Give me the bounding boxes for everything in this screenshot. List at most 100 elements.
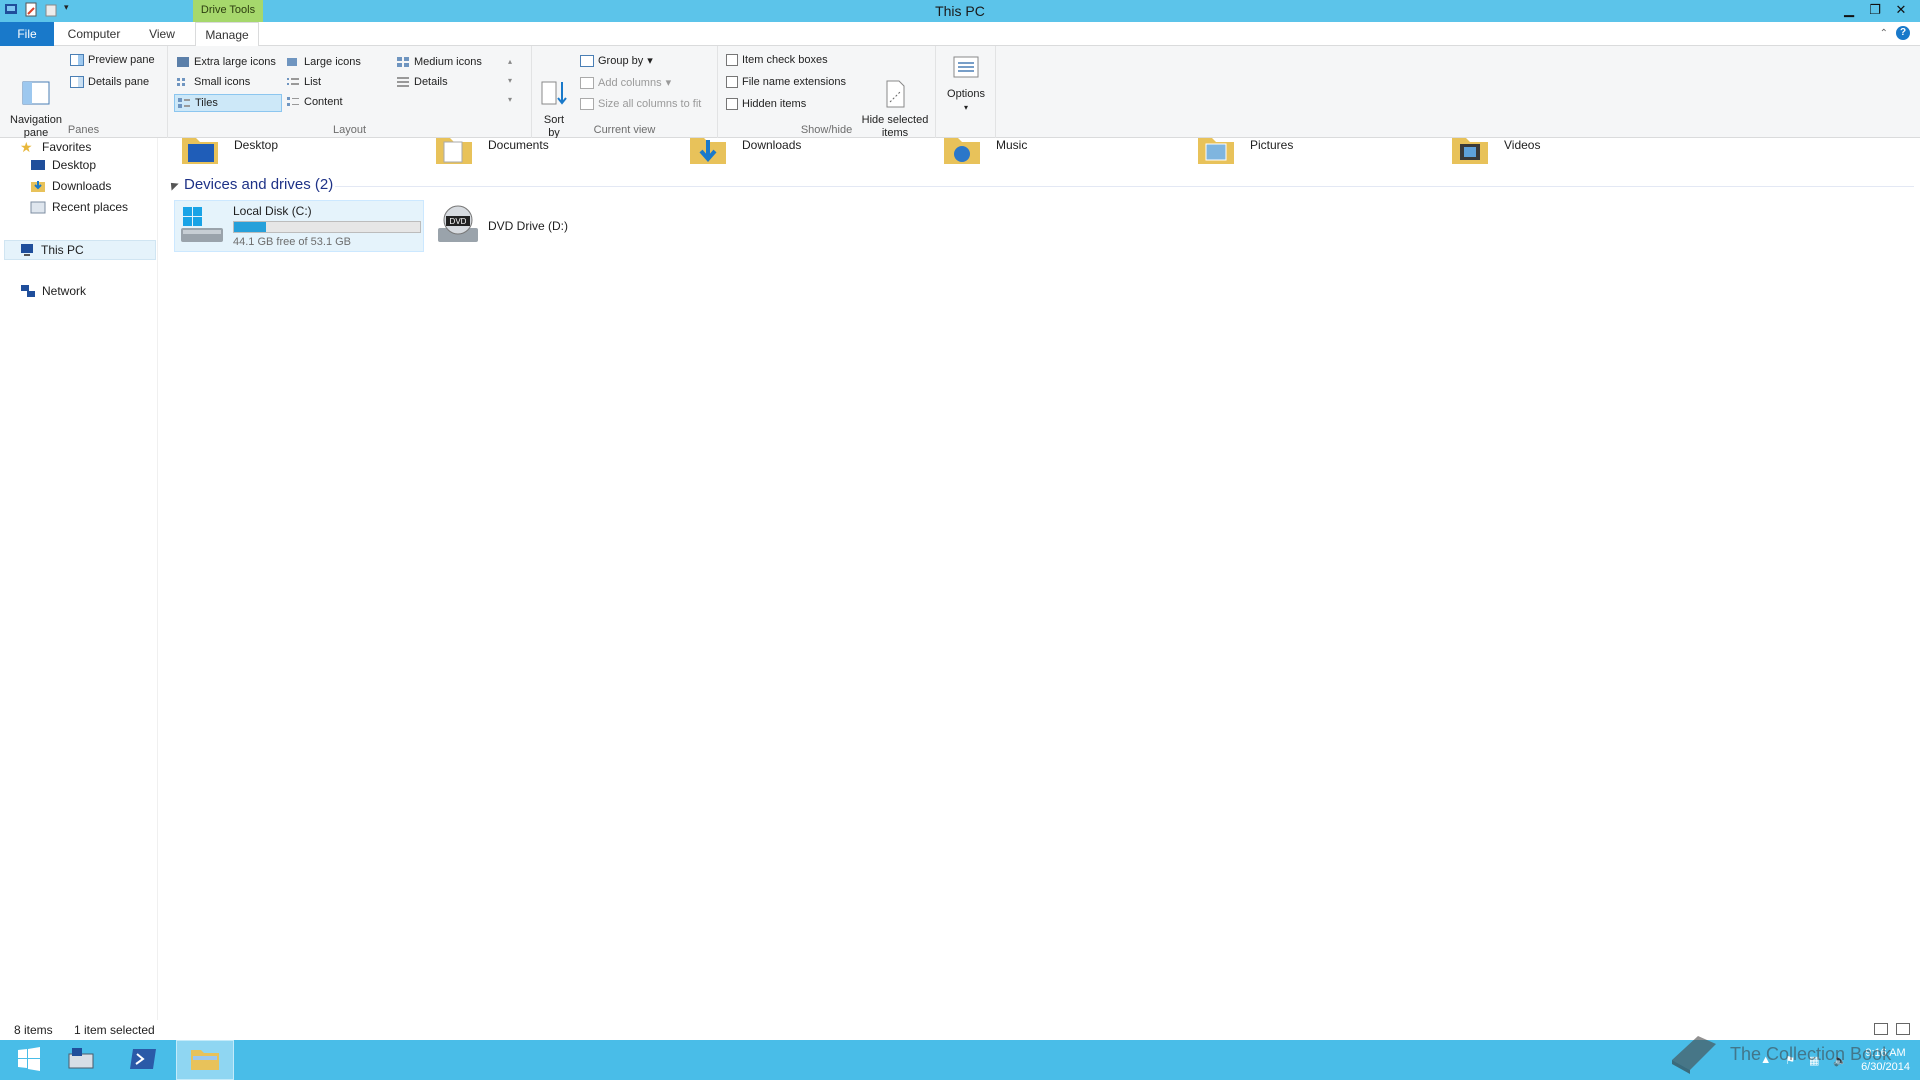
content-area: Desktop Documents Downloads Music Pictur…	[160, 138, 1920, 1020]
file-explorer-button[interactable]	[176, 1040, 234, 1080]
folder-label: Desktop	[234, 138, 279, 152]
server-manager-icon	[66, 1046, 96, 1075]
content-view-icon	[286, 96, 300, 108]
drive-local-disk-c[interactable]: Local Disk (C:) 44.1 GB free of 53.1 GB	[174, 200, 424, 252]
ribbon: Navigation pane Preview pane Details pan…	[0, 46, 1920, 139]
drive-dvd-d[interactable]: DVD DVD Drive (D:)	[430, 200, 572, 252]
options-group: Options ▾	[936, 46, 996, 138]
item-check-boxes-checkbox[interactable]	[726, 54, 738, 66]
drive-usage-fill	[234, 222, 266, 232]
server-manager-button[interactable]	[52, 1040, 110, 1080]
list-option[interactable]: List	[286, 76, 321, 88]
tiles-option[interactable]: Tiles	[174, 94, 282, 112]
nav-this-pc[interactable]: This PC	[4, 240, 156, 260]
dvd-badge: DVD	[450, 217, 467, 226]
folder-downloads[interactable]: Downloads	[688, 138, 801, 166]
add-columns-button[interactable]: Add columns ▾	[580, 76, 671, 89]
group-divider	[335, 186, 1914, 187]
window-controls: ▁ ❐ ✕	[1836, 0, 1914, 20]
this-pc-icon	[19, 243, 35, 257]
nav-favorites[interactable]: ★ Favorites	[20, 140, 91, 154]
options-button[interactable]: Options ▾	[942, 52, 990, 114]
downloads-folder-icon	[30, 179, 46, 193]
sort-by-icon	[538, 65, 570, 105]
tiles-icon	[177, 97, 191, 109]
add-columns-dropdown-icon: ▾	[665, 77, 672, 89]
drive-name: Local Disk (C:)	[233, 204, 312, 218]
folder-label: Documents	[488, 138, 549, 152]
folder-pictures[interactable]: Pictures	[1196, 138, 1293, 166]
current-view-group: Sort by Group by ▾ Add columns ▾ Size all …	[532, 46, 718, 139]
layout-scroll-down-icon[interactable]: ▾	[504, 71, 516, 90]
details-pane-button[interactable]: Details pane	[70, 76, 149, 88]
layout-group-label: Layout	[332, 124, 367, 136]
drive-free-space: 44.1 GB free of 53.1 GB	[233, 236, 352, 248]
extra-large-icons-option[interactable]: Extra large icons	[176, 56, 276, 68]
group-by-icon	[580, 54, 594, 67]
navigation-pane-icon	[20, 65, 52, 105]
help-icon[interactable]: ?	[1896, 26, 1910, 40]
powershell-icon	[128, 1047, 158, 1074]
tab-manage[interactable]: Manage	[195, 22, 259, 46]
layout-scroll-up-icon[interactable]: ▴	[504, 52, 516, 71]
group-by-dropdown-icon: ▾	[647, 55, 653, 67]
minimize-button[interactable]: ▁	[1836, 0, 1862, 20]
layout-scroll[interactable]: ▴ ▾ ▾	[504, 52, 516, 110]
nav-desktop[interactable]: Desktop	[30, 158, 96, 172]
powershell-button[interactable]	[114, 1040, 172, 1080]
taskbar: ▲ ⚑ ▦ 🔈 9:16 AM 6/30/2014	[0, 1040, 1920, 1080]
documents-folder-icon	[434, 134, 474, 166]
size-all-columns-button[interactable]: Size all columns to fit	[580, 98, 701, 110]
small-icons-icon	[176, 76, 190, 88]
close-button[interactable]: ✕	[1888, 0, 1914, 20]
nav-downloads[interactable]: Downloads	[30, 179, 111, 193]
title-bar: ▾ Drive Tools This PC ▁ ❐ ✕	[0, 0, 1920, 22]
nav-network[interactable]: Network	[20, 284, 86, 298]
preview-pane-icon	[70, 54, 84, 66]
recent-places-icon	[30, 200, 46, 214]
extra-large-icons-icon	[176, 56, 190, 68]
details-option[interactable]: Details	[396, 76, 448, 88]
preview-pane-button[interactable]: Preview pane	[70, 54, 155, 66]
folder-videos[interactable]: Videos	[1450, 138, 1540, 166]
restore-button[interactable]: ❐	[1862, 0, 1888, 20]
star-icon: ★	[20, 139, 33, 155]
options-dropdown-icon: ▾	[963, 103, 968, 112]
minimize-ribbon-icon[interactable]: ⌃	[1880, 28, 1888, 39]
item-check-boxes-toggle[interactable]: Item check boxes	[726, 54, 828, 66]
group-by-button[interactable]: Group by ▾	[580, 54, 653, 67]
folder-desktop[interactable]: Desktop	[180, 138, 278, 166]
devices-group-header[interactable]: Devices and drives (2)	[167, 176, 333, 193]
file-name-extensions-toggle[interactable]: File name extensions	[726, 76, 846, 88]
pictures-folder-icon	[1196, 134, 1236, 166]
show-hide-group: Item check boxes File name extensions Hi…	[718, 46, 936, 139]
folder-documents[interactable]: Documents	[434, 138, 549, 166]
content-option[interactable]: Content	[286, 96, 343, 108]
folder-label: Pictures	[1250, 138, 1294, 152]
videos-folder-icon	[1450, 134, 1490, 166]
large-icons-option[interactable]: Large icons	[286, 56, 361, 68]
drive-usage-bar	[233, 221, 421, 233]
collapse-triangle-icon[interactable]	[167, 178, 179, 191]
large-icons-icon	[286, 56, 300, 68]
tab-view[interactable]: View	[140, 22, 184, 46]
tab-computer[interactable]: Computer	[62, 22, 126, 46]
tab-file[interactable]: File	[0, 22, 54, 46]
large-icons-view-toggle-icon[interactable]	[1896, 1023, 1910, 1035]
window-title: This PC	[935, 3, 985, 19]
nav-recent-places[interactable]: Recent places	[30, 200, 128, 214]
watermark: The Collection Book	[1668, 1030, 1891, 1079]
folder-label: Videos	[1504, 138, 1541, 152]
file-name-extensions-checkbox[interactable]	[726, 76, 738, 88]
folder-music[interactable]: Music	[942, 138, 1027, 166]
details-pane-icon	[70, 76, 84, 88]
hidden-items-checkbox[interactable]	[726, 98, 738, 110]
small-icons-option[interactable]: Small icons	[176, 76, 250, 88]
layout-expand-icon[interactable]: ▾	[504, 90, 516, 109]
status-bar: 8 items 1 item selected	[0, 1020, 1920, 1040]
hidden-items-toggle[interactable]: Hidden items	[726, 98, 806, 110]
hard-drive-icon	[179, 204, 225, 249]
desktop-icon	[30, 158, 46, 172]
medium-icons-option[interactable]: Medium icons	[396, 56, 482, 68]
start-button[interactable]	[0, 1040, 58, 1080]
